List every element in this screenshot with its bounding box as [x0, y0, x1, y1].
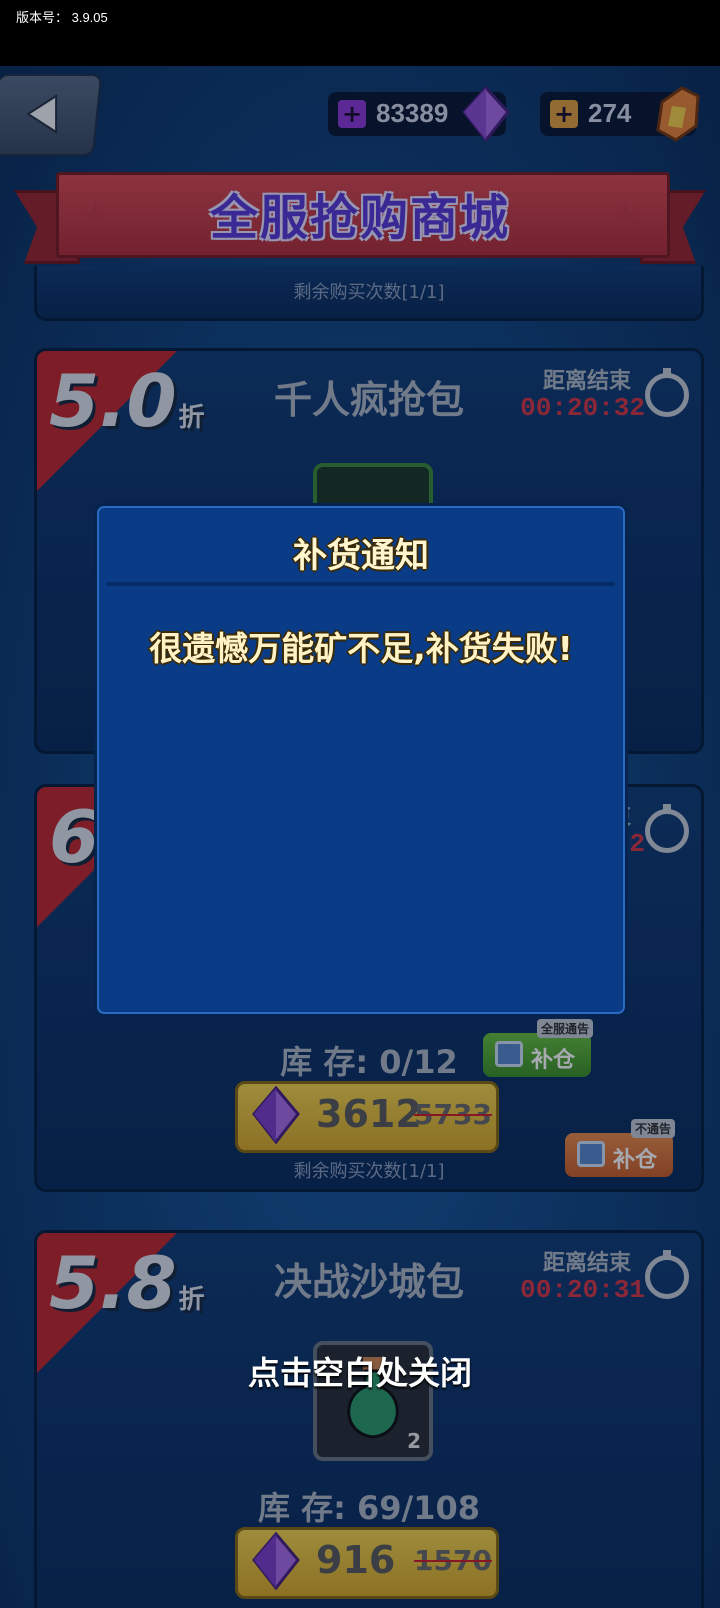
restock-notice-dialog: 补货通知 很遗憾万能矿不足,补货失败!: [94, 503, 628, 1017]
dialog-title: 补货通知: [293, 536, 429, 576]
dialog-divider: [107, 582, 615, 586]
close-hint: 点击空白处关闭: [247, 1354, 472, 1392]
game-screen: + 83389 + 274 ★ ★ 全服抢购商城 剩余购买次数[1/1] 5.0…: [0, 66, 720, 1608]
version-text: 版本号： 3.9.05: [16, 10, 108, 25]
version-bar: 版本号： 3.9.05: [0, 0, 720, 66]
dialog-message: 很遗憾万能矿不足,补货失败!: [149, 629, 573, 668]
